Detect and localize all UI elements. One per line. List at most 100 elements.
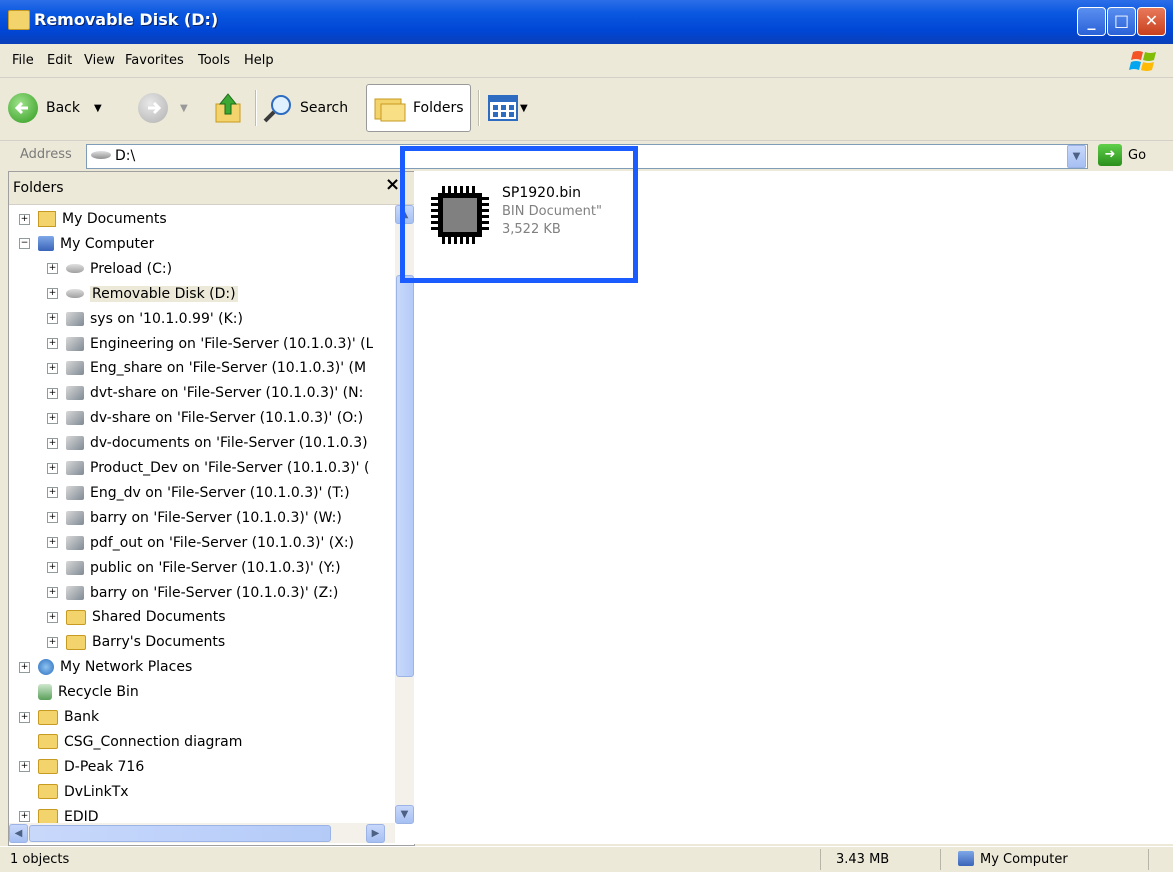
tree-item[interactable]: + Product_Dev on 'File-Server (10.1.0.3)'… — [47, 457, 369, 479]
tree-item[interactable]: + EDID — [19, 806, 99, 823]
tree-item[interactable]: + Shared Documents — [47, 606, 226, 628]
horizontal-scrollbar[interactable]: ◀ ▶ — [9, 823, 395, 843]
up-folder-button[interactable] — [214, 88, 244, 128]
tree-item[interactable]: Recycle Bin — [19, 681, 139, 703]
tree-item[interactable]: + Barry's Documents — [47, 631, 225, 653]
expand-icon[interactable]: + — [47, 512, 58, 524]
window-title: Removable Disk (D:) — [34, 10, 219, 29]
menu-tools[interactable]: Tools — [198, 53, 230, 68]
back-label: Back — [46, 100, 80, 116]
expand-icon[interactable]: + — [19, 711, 30, 723]
tree-item[interactable]: + pdf_out on 'File-Server (10.1.0.3)' (X:… — [47, 532, 354, 554]
tree-item-label: EDID — [64, 808, 99, 823]
net-icon — [66, 485, 84, 500]
scroll-left-button[interactable]: ◀ — [9, 824, 28, 843]
expand-icon[interactable]: + — [47, 537, 58, 549]
net-icon — [66, 411, 84, 426]
tree-item-label: Removable Disk (D:) — [90, 285, 238, 302]
tree-item-label: My Documents — [62, 211, 167, 227]
tree-item-label: Barry's Documents — [92, 634, 226, 651]
tree-item[interactable]: + My Network Places — [19, 656, 192, 678]
menu-edit[interactable]: Edit — [47, 53, 72, 68]
views-dropdown-icon[interactable]: ▼ — [520, 103, 528, 114]
expand-icon[interactable]: + — [47, 338, 58, 349]
tree-item-label: barry on 'File-Server (10.1.0.3)' (Z:) — [90, 584, 339, 601]
search-button[interactable]: Search — [262, 88, 348, 128]
scroll-thumb[interactable] — [396, 275, 414, 677]
tree-item[interactable]: + dvt-share on 'File-Server (10.1.0.3)' (… — [47, 382, 363, 404]
scroll-right-button[interactable]: ▶ — [366, 824, 385, 843]
expand-icon[interactable]: + — [19, 661, 30, 673]
tree-item[interactable]: + My Documents — [19, 208, 167, 230]
tree-item-label: public on 'File-Server (10.1.0.3)' (Y:) — [90, 559, 341, 576]
tree-item-label: Eng_dv on 'File-Server (10.1.0.3)' (T:) — [90, 484, 350, 501]
scroll-down-button[interactable]: ▼ — [395, 805, 414, 824]
tree-item[interactable]: DvLinkTx — [19, 781, 129, 803]
maximize-button[interactable]: □ — [1107, 7, 1136, 36]
tree-item-label: Eng_share on 'File-Server (10.1.0.3)' (M — [90, 360, 367, 377]
tree-item[interactable]: + D-Peak 716 — [19, 756, 144, 778]
tree-item[interactable]: + barry on 'File-Server (10.1.0.3)' (W:) — [47, 507, 342, 529]
expand-icon[interactable]: + — [47, 611, 58, 623]
tree-item[interactable]: + Eng_share on 'File-Server (10.1.0.3)' (… — [47, 357, 366, 379]
menu-file[interactable]: File — [12, 53, 34, 68]
title-bar[interactable]: Removable Disk (D:) _ □ ✕ — [0, 0, 1173, 44]
folders-button[interactable]: Folders — [366, 84, 471, 132]
expand-icon[interactable]: + — [47, 462, 58, 474]
tree-item-label: sys on '10.1.0.99' (K:) — [90, 310, 243, 327]
tree-item[interactable]: + Preload (C:) — [47, 258, 172, 280]
drive-icon — [91, 151, 111, 159]
expand-icon[interactable]: + — [47, 263, 58, 275]
tree-item[interactable]: + dv-documents on 'File-Server (10.1.0.3) — [47, 432, 368, 454]
address-dropdown-button[interactable]: ▼ — [1067, 145, 1086, 168]
expand-icon[interactable]: + — [47, 437, 58, 449]
expand-icon[interactable]: + — [19, 213, 30, 225]
expand-icon[interactable]: + — [19, 811, 30, 823]
tree-item[interactable]: + Engineering on 'File-Server (10.1.0.3)'… — [47, 333, 373, 355]
search-icon — [263, 95, 291, 123]
folder-icon — [38, 734, 58, 750]
status-size: 3.43 MB — [836, 852, 890, 867]
toolbar: Back ▼ ▼ Search Folders ▼ — [0, 78, 1173, 141]
expand-icon[interactable]: + — [47, 313, 58, 325]
expand-icon[interactable]: + — [47, 362, 58, 374]
tree-item[interactable]: − My Computer — [19, 233, 154, 255]
expand-icon[interactable]: + — [47, 636, 58, 648]
go-button[interactable]: ➜ Go — [1098, 144, 1146, 166]
hscroll-thumb[interactable] — [29, 825, 331, 842]
tree-item[interactable]: + public on 'File-Server (10.1.0.3)' (Y:) — [47, 557, 341, 579]
expand-icon[interactable]: + — [47, 387, 58, 399]
tree-item[interactable]: CSG_Connection diagram — [19, 731, 242, 753]
tree-item[interactable]: + sys on '10.1.0.99' (K:) — [47, 308, 243, 330]
tree-item-label: barry on 'File-Server (10.1.0.3)' (W:) — [90, 509, 342, 526]
tree-item[interactable]: + Bank — [19, 706, 99, 728]
expand-icon[interactable]: + — [47, 562, 58, 574]
tree-item-label: dv-share on 'File-Server (10.1.0.3)' (O:… — [90, 410, 364, 427]
address-label: Address — [20, 147, 72, 162]
expand-icon[interactable]: + — [47, 487, 58, 499]
tree-item[interactable]: + Removable Disk (D:) — [47, 283, 238, 305]
tree-item[interactable]: + barry on 'File-Server (10.1.0.3)' (Z:) — [47, 582, 338, 604]
back-dropdown-icon[interactable]: ▼ — [94, 103, 102, 114]
views-button[interactable]: ▼ — [488, 88, 528, 128]
tree-item-label: dv-documents on 'File-Server (10.1.0.3) — [90, 435, 368, 452]
collapse-icon[interactable]: − — [19, 238, 30, 250]
expand-icon[interactable]: + — [19, 761, 30, 773]
menu-view[interactable]: View — [84, 53, 115, 68]
tree-item[interactable]: + dv-share on 'File-Server (10.1.0.3)' (O… — [47, 407, 363, 429]
forward-dropdown-icon[interactable]: ▼ — [180, 103, 188, 114]
menu-favorites[interactable]: Favorites — [125, 53, 184, 68]
back-button[interactable]: Back ▼ — [8, 88, 102, 128]
menu-help[interactable]: Help — [244, 53, 274, 68]
expand-icon[interactable]: + — [47, 288, 58, 300]
expand-icon[interactable]: + — [47, 587, 58, 598]
close-button[interactable]: ✕ — [1137, 7, 1166, 36]
expand-icon[interactable]: + — [47, 412, 58, 424]
tree-item[interactable]: + Eng_dv on 'File-Server (10.1.0.3)' (T:) — [47, 482, 350, 504]
vertical-scrollbar[interactable]: ▲ ▼ — [395, 205, 414, 824]
tree-item-label: Engineering on 'File-Server (10.1.0.3)' … — [90, 335, 374, 352]
forward-button[interactable]: ▼ — [138, 88, 188, 128]
net-icon — [66, 336, 84, 351]
search-label: Search — [300, 100, 349, 116]
minimize-button[interactable]: _ — [1077, 7, 1106, 36]
